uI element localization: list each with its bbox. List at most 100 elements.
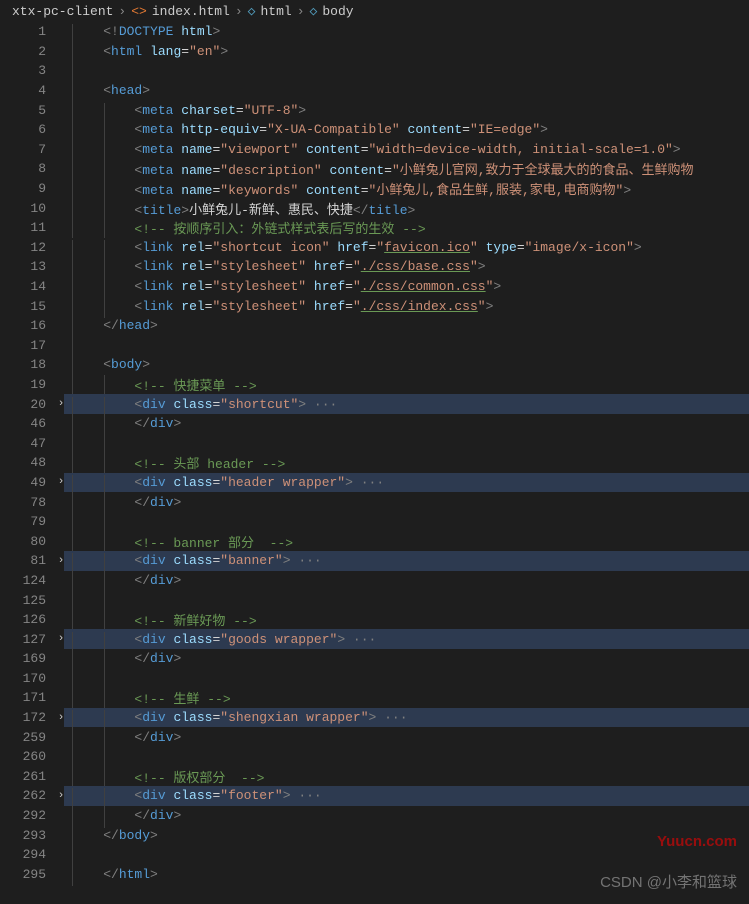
code-content[interactable]: </div>	[68, 416, 749, 431]
code-content[interactable]: <div class="goods wrapper"> ···	[68, 632, 749, 647]
code-line[interactable]: 294	[0, 845, 749, 865]
code-line[interactable]: 127› <div class="goods wrapper"> ···	[0, 629, 749, 649]
code-content[interactable]: <!-- 按顺序引入：外链式样式表后写的生效 -->	[68, 218, 749, 237]
code-line[interactable]: 17	[0, 336, 749, 356]
code-content[interactable]: <!-- 新鲜好物 -->	[68, 610, 749, 629]
code-content[interactable]: <!DOCTYPE html>	[68, 24, 749, 39]
code-line[interactable]: 78 </div>	[0, 492, 749, 512]
code-content[interactable]: <div class="header wrapper"> ···	[68, 475, 749, 490]
code-line[interactable]: 46 </div>	[0, 414, 749, 434]
code-line[interactable]: 124 </div>	[0, 571, 749, 591]
code-content[interactable]: <head>	[68, 83, 749, 98]
code-line[interactable]: 261 <!-- 版权部分 -->	[0, 767, 749, 787]
line-number: 260	[0, 749, 54, 764]
code-line[interactable]: 6 <meta http-equiv="X-UA-Compatible" con…	[0, 120, 749, 140]
code-content[interactable]: <div class="footer"> ···	[68, 788, 749, 803]
code-line[interactable]: 171 <!-- 生鲜 -->	[0, 688, 749, 708]
code-line[interactable]: 126 <!-- 新鲜好物 -->	[0, 610, 749, 630]
code-line[interactable]: 292 </div>	[0, 806, 749, 826]
code-content[interactable]	[68, 514, 749, 529]
code-content[interactable]: <html lang="en">	[68, 44, 749, 59]
code-line[interactable]: 125	[0, 590, 749, 610]
code-content[interactable]	[68, 749, 749, 764]
code-content[interactable]: </div>	[68, 495, 749, 510]
code-line[interactable]: 4 <head>	[0, 81, 749, 101]
code-editor[interactable]: 1 <!DOCTYPE html>2 <html lang="en">3 4 <…	[0, 22, 749, 884]
code-content[interactable]: <meta http-equiv="X-UA-Compatible" conte…	[68, 122, 749, 137]
code-line[interactable]: 11 <!-- 按顺序引入：外链式样式表后写的生效 -->	[0, 218, 749, 238]
code-content[interactable]	[68, 671, 749, 686]
code-line[interactable]: 49› <div class="header wrapper"> ···	[0, 473, 749, 493]
code-content[interactable]	[68, 593, 749, 608]
line-number: 6	[0, 122, 54, 137]
code-content[interactable]: <link rel="shortcut icon" href="favicon.…	[68, 240, 749, 255]
crumb-file[interactable]: index.html	[152, 4, 230, 19]
code-line[interactable]: 12 <link rel="shortcut icon" href="favic…	[0, 238, 749, 258]
code-content[interactable]: <div class="shengxian wrapper"> ···	[68, 710, 749, 725]
code-content[interactable]: <div class="banner"> ···	[68, 553, 749, 568]
code-content[interactable]: </div>	[68, 730, 749, 745]
watermark-csdn: CSDN @小李和篮球	[600, 871, 737, 892]
crumb-body[interactable]: body	[322, 4, 353, 19]
code-line[interactable]: 16 </head>	[0, 316, 749, 336]
code-content[interactable]: <!-- 快捷菜单 -->	[68, 375, 749, 394]
code-content[interactable]: <link rel="stylesheet" href="./css/commo…	[68, 279, 749, 294]
code-line[interactable]: 169 </div>	[0, 649, 749, 669]
code-content[interactable]: </div>	[68, 651, 749, 666]
code-line[interactable]: 80 <!-- banner 部分 -->	[0, 531, 749, 551]
code-line[interactable]: 2 <html lang="en">	[0, 42, 749, 62]
code-line[interactable]: 8 <meta name="description" content="小鲜兔儿…	[0, 159, 749, 179]
code-content[interactable]: <div class="shortcut"> ···	[68, 397, 749, 412]
line-number: 15	[0, 299, 54, 314]
code-content[interactable]: <meta name="description" content="小鲜兔儿官网…	[68, 159, 749, 178]
code-content[interactable]	[68, 436, 749, 451]
code-content[interactable]: <link rel="stylesheet" href="./css/base.…	[68, 259, 749, 274]
line-number: 126	[0, 612, 54, 627]
code-content[interactable]: <body>	[68, 357, 749, 372]
code-content[interactable]: <link rel="stylesheet" href="./css/index…	[68, 299, 749, 314]
code-line[interactable]: 3	[0, 61, 749, 81]
code-line[interactable]: 13 <link rel="stylesheet" href="./css/ba…	[0, 257, 749, 277]
code-line[interactable]: 170	[0, 669, 749, 689]
code-content[interactable]	[68, 63, 749, 78]
code-line[interactable]: 47	[0, 433, 749, 453]
code-line[interactable]: 9 <meta name="keywords" content="小鲜兔儿,食品…	[0, 179, 749, 199]
code-content[interactable]: <!-- 生鲜 -->	[68, 688, 749, 707]
code-content[interactable]: <meta name="viewport" content="width=dev…	[68, 142, 749, 157]
code-content[interactable]	[68, 338, 749, 353]
code-line[interactable]: 81› <div class="banner"> ···	[0, 551, 749, 571]
line-number: 18	[0, 357, 54, 372]
code-line[interactable]: 172› <div class="shengxian wrapper"> ···	[0, 708, 749, 728]
line-number: 13	[0, 259, 54, 274]
code-line[interactable]: 5 <meta charset="UTF-8">	[0, 100, 749, 120]
code-content[interactable]: <!-- 头部 header -->	[68, 453, 749, 472]
code-line[interactable]: 79	[0, 512, 749, 532]
code-line[interactable]: 20› <div class="shortcut"> ···	[0, 394, 749, 414]
code-line[interactable]: 259 </div>	[0, 727, 749, 747]
code-line[interactable]: 10 <title>小鲜兔儿-新鲜、惠民、快捷</title>	[0, 198, 749, 218]
code-content[interactable]: </div>	[68, 808, 749, 823]
crumb-html[interactable]: html	[261, 4, 292, 19]
code-content[interactable]: <!-- 版权部分 -->	[68, 767, 749, 786]
chevron-right-icon: ›	[235, 4, 243, 19]
breadcrumb[interactable]: xtx-pc-client › <> index.html › ◇ html ›…	[0, 0, 749, 22]
code-line[interactable]: 19 <!-- 快捷菜单 -->	[0, 375, 749, 395]
code-content[interactable]: </div>	[68, 573, 749, 588]
code-content[interactable]: <!-- banner 部分 -->	[68, 532, 749, 551]
code-line[interactable]: 293 </body>	[0, 825, 749, 845]
code-line[interactable]: 48 <!-- 头部 header -->	[0, 453, 749, 473]
code-content[interactable]	[68, 847, 749, 862]
code-content[interactable]: </body>	[68, 828, 749, 843]
crumb-project[interactable]: xtx-pc-client	[12, 4, 113, 19]
code-content[interactable]: <title>小鲜兔儿-新鲜、惠民、快捷</title>	[68, 199, 749, 218]
code-content[interactable]: <meta charset="UTF-8">	[68, 103, 749, 118]
code-line[interactable]: 15 <link rel="stylesheet" href="./css/in…	[0, 296, 749, 316]
code-content[interactable]: <meta name="keywords" content="小鲜兔儿,食品生鲜…	[68, 179, 749, 198]
code-line[interactable]: 1 <!DOCTYPE html>	[0, 22, 749, 42]
code-line[interactable]: 260	[0, 747, 749, 767]
code-content[interactable]: </head>	[68, 318, 749, 333]
code-line[interactable]: 262› <div class="footer"> ···	[0, 786, 749, 806]
code-line[interactable]: 14 <link rel="stylesheet" href="./css/co…	[0, 277, 749, 297]
code-line[interactable]: 7 <meta name="viewport" content="width=d…	[0, 140, 749, 160]
code-line[interactable]: 18 <body>	[0, 355, 749, 375]
